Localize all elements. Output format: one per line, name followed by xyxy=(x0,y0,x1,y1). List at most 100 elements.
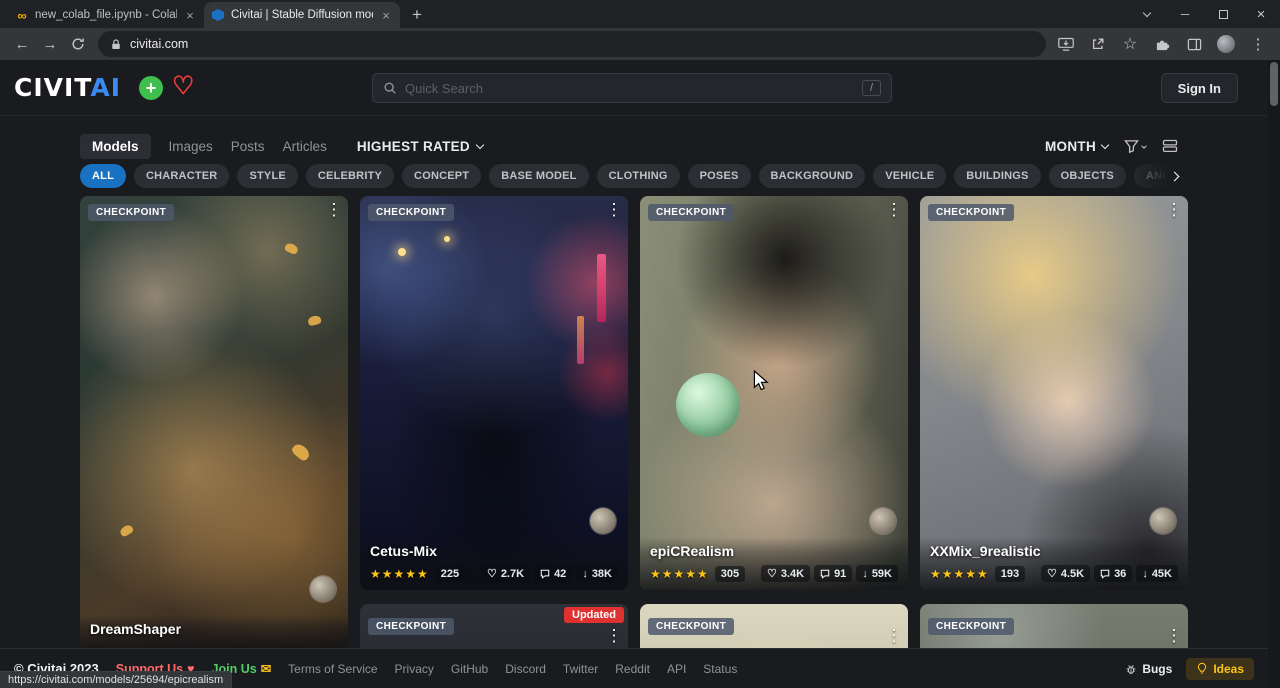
share-button[interactable] xyxy=(1084,30,1112,58)
comments-chip[interactable]: 36 xyxy=(1094,565,1132,582)
period-dropdown[interactable]: MONTH xyxy=(1045,139,1108,154)
downloads-chip[interactable]: ↓45K xyxy=(1136,565,1178,582)
window-controls: ─ × xyxy=(1128,0,1280,28)
tab-colab[interactable]: ∞ new_colab_file.ipynb - Colaborat × xyxy=(8,2,204,28)
category-vehicle[interactable]: VEHICLE xyxy=(873,164,946,188)
page-scrollbar[interactable] xyxy=(1268,60,1280,688)
footer-link-api[interactable]: API xyxy=(667,662,686,676)
category-objects[interactable]: OBJECTS xyxy=(1049,164,1126,188)
support-heart-icon[interactable]: ♡ xyxy=(172,73,194,101)
category-base-model[interactable]: BASE MODEL xyxy=(489,164,588,188)
tab-civitai[interactable]: Civitai | Stable Diffusion models, × xyxy=(204,2,400,28)
card-menu-icon[interactable]: ⋮ xyxy=(1164,200,1184,220)
card-menu-icon[interactable]: ⋮ xyxy=(604,200,624,220)
tab-search-icon[interactable] xyxy=(1128,0,1166,28)
tab-close-icon[interactable]: × xyxy=(183,8,197,23)
bugs-button[interactable]: Bugs xyxy=(1125,662,1172,676)
side-panel-button[interactable] xyxy=(1180,30,1208,58)
model-card-cetus-mix[interactable]: CHECKPOINT ⋮ Cetus-Mix ★★★★★ 225 ♡2.7K xyxy=(360,196,628,590)
footer-link-twitter[interactable]: Twitter xyxy=(563,662,598,676)
ideas-button[interactable]: Ideas xyxy=(1186,658,1254,680)
creator-avatar[interactable] xyxy=(870,508,896,534)
footer-link-discord[interactable]: Discord xyxy=(505,662,546,676)
card-menu-icon[interactable]: ⋮ xyxy=(604,626,624,646)
toolbar-icons: ☆ ⋮ xyxy=(1052,30,1272,58)
card-overlay: Cetus-Mix ★★★★★ 225 ♡2.7K 42 ↓38K xyxy=(360,537,628,590)
model-card-xxmix[interactable]: CHECKPOINT ⋮ XXMix_9realistic ★★★★★ 193 … xyxy=(920,196,1188,590)
likes-count: 3.4K xyxy=(781,568,804,580)
tab-posts[interactable]: Posts xyxy=(231,139,265,154)
refresh-button[interactable] xyxy=(64,30,92,58)
comments-chip[interactable]: 91 xyxy=(814,565,852,582)
creator-avatar[interactable] xyxy=(590,508,616,534)
scrollbar-thumb[interactable] xyxy=(1270,62,1278,106)
rating: ★★★★★ 225 xyxy=(370,566,465,582)
category-character[interactable]: CHARACTER xyxy=(134,164,229,188)
civitai-logo[interactable]: CIVITAI xyxy=(14,73,121,102)
card-menu-icon[interactable]: ⋮ xyxy=(884,626,904,646)
sort-dropdown[interactable]: HIGHEST RATED xyxy=(357,139,483,154)
grid-column-4: CHECKPOINT ⋮ XXMix_9realistic ★★★★★ 193 … xyxy=(920,196,1188,688)
likes-chip[interactable]: ♡3.4K xyxy=(761,565,810,582)
category-celebrity[interactable]: CELEBRITY xyxy=(306,164,394,188)
category-background[interactable]: BACKGROUND xyxy=(759,164,866,188)
back-button[interactable]: ← xyxy=(8,30,36,58)
tab-images[interactable]: Images xyxy=(169,139,213,154)
comments-chip[interactable]: 42 xyxy=(534,565,572,582)
close-button[interactable]: × xyxy=(1242,0,1280,28)
bookmark-button[interactable]: ☆ xyxy=(1116,30,1144,58)
install-app-button[interactable] xyxy=(1052,30,1080,58)
category-concept[interactable]: CONCEPT xyxy=(402,164,481,188)
bubble-gum-shape xyxy=(676,373,740,437)
category-clothing[interactable]: CLOTHING xyxy=(597,164,680,188)
footer-link-privacy[interactable]: Privacy xyxy=(395,662,434,676)
category-buildings[interactable]: BUILDINGS xyxy=(954,164,1040,188)
tab-models[interactable]: Models xyxy=(80,134,151,159)
category-all[interactable]: ALL xyxy=(80,164,126,188)
model-card-dreamshaper[interactable]: CHECKPOINT ⋮ DreamShaper xyxy=(80,196,348,651)
sign-in-button[interactable]: Sign In xyxy=(1161,73,1238,103)
card-menu-icon[interactable]: ⋮ xyxy=(884,200,904,220)
footer-link-status[interactable]: Status xyxy=(703,662,737,676)
creator-avatar[interactable] xyxy=(1150,508,1176,534)
creator-avatar[interactable] xyxy=(310,576,336,602)
comment-icon xyxy=(540,569,550,579)
star-rating-icons: ★★★★★ xyxy=(930,567,989,581)
browser-menu-button[interactable]: ⋮ xyxy=(1244,30,1272,58)
tab-title: new_colab_file.ipynb - Colaborat xyxy=(35,9,177,21)
footer-link-reddit[interactable]: Reddit xyxy=(615,662,650,676)
comment-icon xyxy=(1100,569,1110,579)
footer-link-github[interactable]: GitHub xyxy=(451,662,488,676)
profile-button[interactable] xyxy=(1212,30,1240,58)
categories-scroll-right-button[interactable] xyxy=(1164,166,1184,186)
downloads-chip[interactable]: ↓38K xyxy=(576,565,618,582)
create-button[interactable]: + xyxy=(139,76,163,100)
forward-button[interactable]: → xyxy=(36,30,64,58)
tab-articles[interactable]: Articles xyxy=(283,139,327,154)
card-menu-icon[interactable]: ⋮ xyxy=(324,200,344,220)
refresh-icon xyxy=(71,37,85,51)
search-input[interactable] xyxy=(405,81,854,96)
category-style[interactable]: STYLE xyxy=(237,164,297,188)
quick-search-bar[interactable]: / xyxy=(372,73,892,103)
filters-button[interactable] xyxy=(1124,139,1146,154)
card-menu-icon[interactable]: ⋮ xyxy=(1164,626,1184,646)
model-card-epicrealism[interactable]: CHECKPOINT ⋮ epiCRealism ★★★★★ 305 ♡3.4K xyxy=(640,196,908,590)
comments-count: 42 xyxy=(554,568,566,580)
rows-layout-icon xyxy=(1162,138,1178,154)
colab-icon: ∞ xyxy=(15,8,29,22)
footer-link-terms[interactable]: Terms of Service xyxy=(288,662,377,676)
minimize-button[interactable]: ─ xyxy=(1166,0,1204,28)
likes-chip[interactable]: ♡4.5K xyxy=(1041,565,1090,582)
stat-chips: ♡3.4K 91 ↓59K xyxy=(761,565,898,582)
likes-chip[interactable]: ♡2.7K xyxy=(481,565,530,582)
address-bar[interactable]: civitai.com xyxy=(98,31,1046,57)
extensions-button[interactable] xyxy=(1148,30,1176,58)
new-tab-button[interactable]: + xyxy=(404,2,430,28)
tab-close-icon[interactable]: × xyxy=(379,8,393,23)
restore-button[interactable] xyxy=(1204,0,1242,28)
downloads-chip[interactable]: ↓59K xyxy=(856,565,898,582)
category-poses[interactable]: POSES xyxy=(688,164,751,188)
site-header: CIVITAI + ♡ / Sign In xyxy=(0,60,1280,116)
layout-toggle-button[interactable] xyxy=(1162,138,1178,154)
